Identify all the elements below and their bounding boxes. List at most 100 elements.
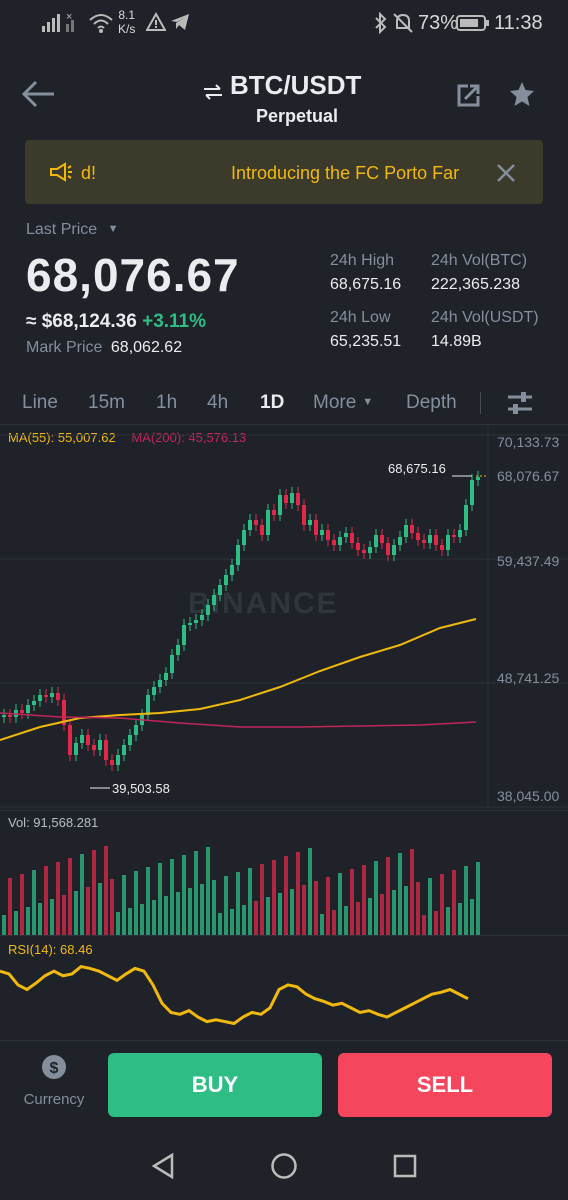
volume-bar [230, 909, 234, 935]
dollar-icon: $ [42, 1055, 66, 1079]
tab-more[interactable]: More ▼ [313, 392, 373, 414]
volume-bar [38, 903, 42, 935]
candle [110, 760, 114, 765]
candle [422, 540, 426, 543]
sell-button[interactable]: SELL [338, 1053, 552, 1117]
candle [302, 505, 306, 525]
currency-button[interactable]: $ Currency [20, 1054, 88, 1108]
y-axis-label: 70,133.73 [497, 434, 560, 450]
pair-title[interactable]: BTC/USDT [230, 70, 361, 101]
chart-settings-button[interactable] [506, 389, 534, 422]
share-button[interactable] [456, 82, 482, 113]
ma55-line [0, 618, 477, 741]
candle [236, 545, 240, 565]
volume-bar [398, 853, 402, 935]
volume-bar [188, 888, 192, 935]
candle [266, 510, 270, 535]
candle [134, 725, 138, 735]
volume-bar [56, 862, 60, 935]
sliders-icon [508, 392, 532, 414]
volume-bar [350, 869, 354, 935]
candle [404, 525, 408, 537]
recents-nav-icon[interactable] [392, 1153, 418, 1179]
tab-divider [480, 392, 481, 414]
candle [356, 543, 360, 550]
tab-1h[interactable]: 1h [156, 392, 177, 414]
volume-bar [380, 894, 384, 935]
tab-15m[interactable]: 15m [88, 392, 125, 414]
tab-line[interactable]: Line [22, 392, 58, 414]
volume-bar [392, 890, 396, 935]
candle [152, 687, 156, 695]
clock: 11:38 [494, 12, 543, 34]
candle [122, 745, 126, 755]
candle [326, 530, 330, 540]
candle [308, 520, 312, 525]
back-nav-icon[interactable] [150, 1152, 176, 1180]
volume-bar [476, 862, 480, 935]
candle [26, 705, 30, 713]
volume-bar [194, 851, 198, 935]
candle [194, 620, 198, 623]
candle [146, 695, 150, 715]
tab-4h[interactable]: 4h [207, 392, 228, 414]
volume-bar [32, 870, 36, 935]
banner-text[interactable]: Introducing the FC Porto Far [231, 163, 471, 184]
tab-depth[interactable]: Depth [406, 392, 457, 414]
candle [362, 550, 366, 553]
volume-bar [116, 912, 120, 935]
battery-percent: 73% [418, 12, 459, 34]
volume-bar [74, 891, 78, 935]
candle [428, 535, 432, 543]
candle [104, 740, 108, 760]
volume-bar [146, 867, 150, 935]
candlestick-chart[interactable]: BINANCE 68,675.16 39,503.58 [0, 425, 568, 810]
close-icon[interactable] [495, 162, 517, 184]
volume-label: Vol: 91,568.281 [8, 815, 99, 830]
volume-bar [200, 884, 204, 935]
candle [44, 695, 48, 697]
back-button[interactable] [20, 78, 56, 115]
arrow-left-icon [21, 80, 54, 108]
volume-bar [284, 856, 288, 935]
volume-bar [104, 846, 108, 935]
volume-bar [404, 886, 408, 935]
volume-bar [308, 848, 312, 935]
volume-bar [68, 858, 72, 935]
last-price-label[interactable]: Last Price ▼ [26, 221, 118, 239]
home-nav-icon[interactable] [270, 1152, 298, 1180]
favorite-button[interactable] [508, 80, 536, 113]
candle [176, 645, 180, 655]
volume-bar [356, 902, 360, 935]
candle [296, 493, 300, 505]
swap-pair-icon[interactable] [202, 82, 224, 107]
buy-button[interactable]: BUY [108, 1053, 322, 1117]
price-usd: ≈ $68,124.36 +3.11% [26, 311, 207, 332]
volume-bar [254, 901, 258, 935]
volume-bar [8, 878, 12, 935]
wifi-icon [88, 12, 114, 40]
candle [98, 740, 102, 750]
candle [242, 530, 246, 545]
low-marker: 39,503.58 [112, 781, 170, 796]
volume-bar [338, 873, 342, 935]
volume-chart [2, 846, 480, 935]
candle [56, 693, 60, 700]
mark-price-row: Mark Price 68,062.62 [26, 339, 183, 356]
high-marker: 68,675.16 [388, 461, 446, 476]
tab-1d[interactable]: 1D [260, 392, 284, 414]
volume-bar [44, 866, 48, 935]
candle [92, 745, 96, 750]
volume-bar [110, 879, 114, 935]
last-price: 68,076.67 [26, 249, 240, 301]
candle [260, 525, 264, 535]
announcement-banner[interactable]: d! Introducing the FC Porto Far [25, 140, 543, 204]
candle [218, 585, 222, 595]
candle [86, 735, 90, 745]
volume-bar [98, 883, 102, 935]
volume-bar [302, 885, 306, 935]
volume-bar [272, 860, 276, 935]
y-axis-label: 38,045.00 [497, 788, 560, 804]
candle [392, 545, 396, 555]
volume-bar [470, 899, 474, 935]
